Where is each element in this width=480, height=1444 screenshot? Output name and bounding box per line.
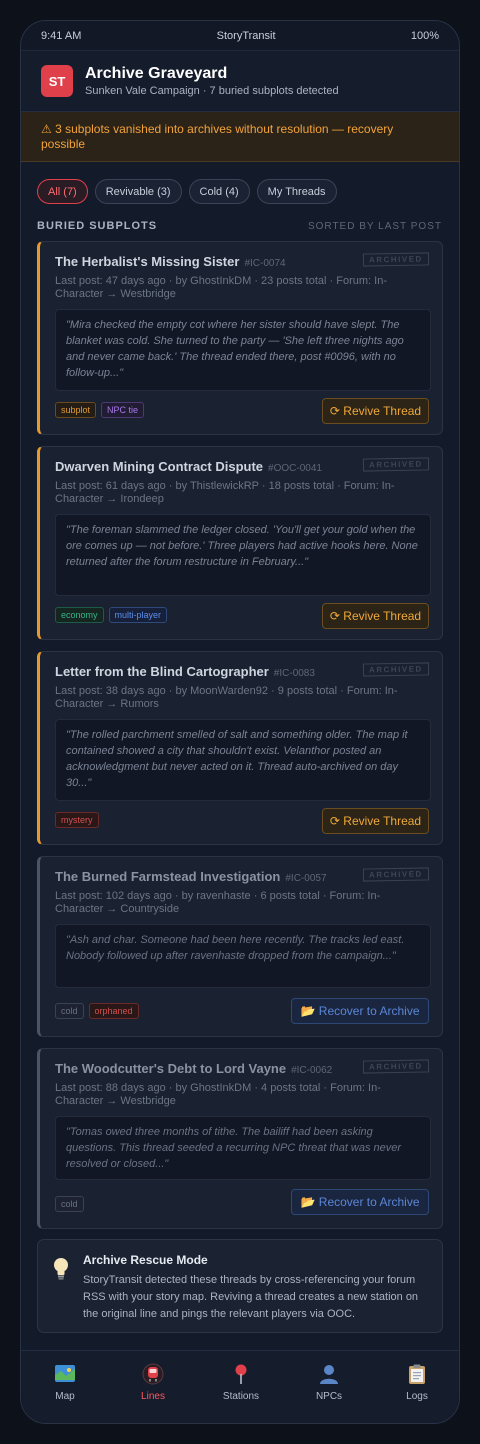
filter-chips: All (7) Revivable (3) Cold (4) My Thread… [21,162,459,204]
train-icon [142,1363,164,1385]
archived-stamp: ARCHIVED [363,1059,430,1074]
tag-badge: orphaned [88,1003,139,1019]
recover-to-archive-button[interactable]: 📂 Recover to Archive [291,1189,429,1215]
clipboard-icon [409,1364,425,1384]
nav-item-lines[interactable]: Lines [109,1351,197,1423]
tag-badge: multi-player [108,607,168,623]
page-subtitle: Sunken Vale Campaign · 7 buried subplots… [85,85,339,97]
status-battery: 100% [410,29,439,42]
thread-id: #IC-0074 [244,258,286,269]
app-header: ST Archive Graveyard Sunken Vale Campaig… [21,51,459,112]
map-icon [55,1365,75,1382]
tag-badge: economy [55,607,104,623]
page-title: Archive Graveyard [85,65,228,82]
filter-chip-all[interactable]: All (7) [37,179,88,204]
nav-label: Stations [222,1391,260,1402]
thread-id: #OOC-0041 [268,463,322,474]
tag-badge: subplot [55,402,97,418]
bottom-nav: Map Lines Stations NPCs Logs [21,1350,459,1423]
thread-id: #IC-0057 [285,873,327,884]
tag-badge: NPC tie [101,402,145,418]
tag-badge: cold [55,1196,84,1212]
nav-label: Logs [406,1391,428,1402]
rescue-title: Archive Rescue Mode [83,1253,208,1267]
nav-label: Lines [141,1391,165,1402]
thread-title: The Herbalist's Missing Sister [55,254,240,269]
nav-item-npcs[interactable]: NPCs [285,1351,373,1423]
archived-stamp: ARCHIVED [363,662,430,677]
filter-chip-cold[interactable]: Cold (4) [188,179,250,204]
thread-title: The Burned Farmstead Investigation [55,869,281,884]
thread-card[interactable]: Letter from the Blind Cartographer #IC-00… [37,651,443,845]
pin-icon [235,1364,247,1384]
thread-meta: Last post: 38 days ago · by MoonWarden92… [55,685,398,710]
section-header: BURIED SUBPLOTS SORTED BY LAST POST [21,219,459,233]
thread-card[interactable]: Dwarven Mining Contract Dispute #OOC-0041… [37,446,443,640]
thread-excerpt: "The foreman slammed the ledger closed. … [55,514,431,596]
warning-banner-text: ⚠ 3 subplots vanished into archives with… [41,122,394,151]
recover-to-archive-button[interactable]: 📂 Recover to Archive [291,998,429,1024]
thread-id: #IC-0083 [273,668,315,679]
nav-item-logs[interactable]: Logs [373,1351,459,1423]
filter-chip-my-threads[interactable]: My Threads [256,179,337,204]
thread-excerpt: "Mira checked the empty cot where her si… [55,309,431,391]
thread-card[interactable]: The Burned Farmstead Investigation #IC-00… [37,856,443,1037]
warning-banner[interactable]: ⚠ 3 subplots vanished into archives with… [21,112,459,162]
person-icon [320,1365,338,1384]
archived-stamp: ARCHIVED [363,867,430,882]
thread-title: Dwarven Mining Contract Dispute [55,459,264,474]
rescue-description: StoryTransit detected these threads by c… [83,1274,419,1320]
app-logo: ST [41,65,73,97]
status-bar: 9:41 AM StoryTransit 100% [21,21,459,51]
thread-card[interactable]: The Woodcutter's Debt to Lord Vayne #IC-0… [37,1048,443,1229]
lightbulb-icon [54,1258,68,1280]
status-time: 9:41 AM [41,29,82,42]
thread-title: Letter from the Blind Cartographer [55,664,269,679]
sort-label[interactable]: SORTED BY LAST POST [308,221,442,232]
filter-chip-revivable[interactable]: Revivable (3) [94,179,182,204]
revive-thread-button[interactable]: ⟳ Revive Thread [322,398,429,424]
thread-meta: Last post: 102 days ago · by ravenhaste … [55,890,381,915]
section-title: BURIED SUBPLOTS [37,220,158,232]
thread-excerpt: "Tomas owed three months of tithe. The b… [55,1116,431,1180]
nav-label: Map [55,1391,75,1402]
tag-badge: mystery [55,812,99,828]
thread-id: #IC-0062 [291,1065,333,1076]
thread-meta: Last post: 61 days ago · by ThistlewickR… [55,480,395,505]
nav-label: NPCs [315,1391,343,1402]
status-app-name: StoryTransit [216,29,276,42]
thread-meta: Last post: 88 days ago · by GhostInkDM ·… [55,1082,381,1107]
archived-stamp: ARCHIVED [363,252,430,267]
thread-title: The Woodcutter's Debt to Lord Vayne [55,1061,287,1076]
archive-rescue-info: Archive Rescue Mode StoryTransit detecte… [37,1239,443,1333]
nav-item-stations[interactable]: Stations [197,1351,285,1423]
thread-meta: Last post: 47 days ago · by GhostInkDM ·… [55,275,387,300]
thread-excerpt: "The rolled parchment smelled of salt an… [55,719,431,801]
tag-badge: cold [55,1003,84,1019]
thread-excerpt: "Ash and char. Someone had been here rec… [55,924,431,988]
phone-frame: 9:41 AM StoryTransit 100% ST Archive Gra… [20,20,460,1424]
revive-thread-button[interactable]: ⟳ Revive Thread [322,603,429,629]
revive-thread-button[interactable]: ⟳ Revive Thread [322,808,429,834]
nav-item-map[interactable]: Map [21,1351,109,1423]
archived-stamp: ARCHIVED [363,457,430,472]
thread-card[interactable]: The Herbalist's Missing Sister #IC-0074 A… [37,241,443,435]
